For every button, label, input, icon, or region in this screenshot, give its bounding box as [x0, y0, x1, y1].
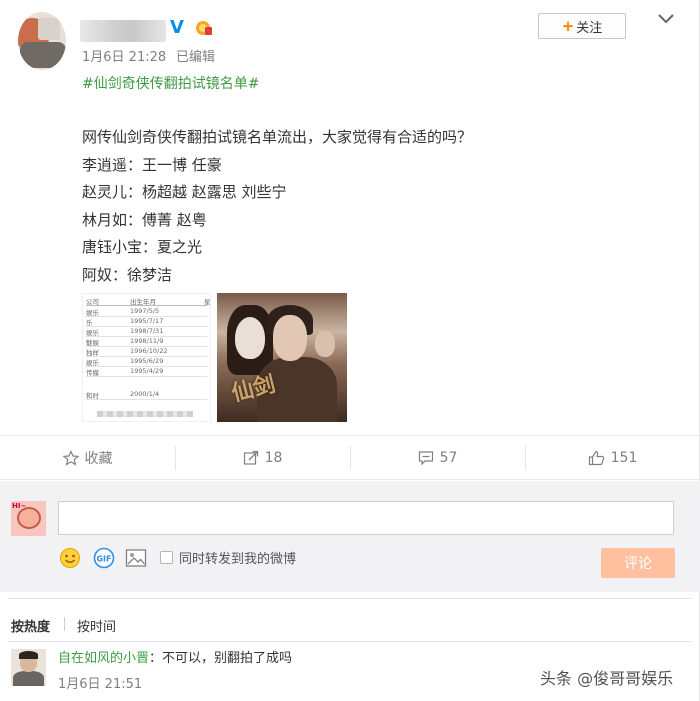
- favorite-label: 收藏: [84, 450, 113, 467]
- commenter-name-link[interactable]: 自在如风的小晋: [58, 651, 149, 666]
- author-name-redacted[interactable]: [80, 20, 166, 42]
- divider: [8, 598, 692, 599]
- table-row: 和时 2000/1/4: [86, 390, 207, 400]
- repost-button[interactable]: 18: [175, 436, 350, 479]
- sort-by-hot-tab[interactable]: 按热度: [11, 616, 50, 635]
- post-body: 网传仙剑奇侠传翻拍试镜名单流出，大家觉得有合适的吗？ 李逍遥：王一博 任豪 赵灵…: [82, 124, 472, 289]
- table-row: 魅娱 1998/11/9: [86, 337, 207, 347]
- source-watermark: 头条 @俊哥哥娱乐: [540, 669, 674, 688]
- comment-count: 57: [439, 449, 458, 466]
- topic-hashtag-link[interactable]: #仙剑奇侠传翻拍试镜名单#: [82, 73, 259, 93]
- table-row: 乐 1995/7/17: [86, 317, 207, 327]
- action-bar: 收藏 18 57 151: [0, 436, 700, 480]
- post-line: 林月如：傅菁 赵粤: [82, 210, 207, 229]
- post-image-casting-table[interactable]: 公司 出生年月 星 娱乐 1997/5/5 乐 1995/7/17 娱乐 1998/7…: [82, 293, 211, 422]
- post-line: 赵灵儿：杨超越 赵露思 刘些宁: [82, 183, 287, 201]
- weibo-post-card: V 1月6日 21:28 已编辑 + 关注 #仙剑奇侠传翻拍试镜名单# 网传仙剑…: [0, 0, 700, 701]
- comment-timestamp: 1月6日 21:51: [58, 677, 143, 692]
- repost-count: 18: [264, 449, 283, 466]
- thumbs-up-icon: [588, 450, 604, 465]
- repost-checkbox-label[interactable]: 同时转发到我的微博: [179, 548, 296, 567]
- comment-input[interactable]: [58, 501, 674, 535]
- gif-icon[interactable]: GIF: [93, 547, 115, 569]
- table-row: 娱乐 1997/5/5: [86, 307, 207, 317]
- post-line: 李逍遥：王一博 任豪: [82, 155, 222, 174]
- table-row: 独样 1996/10/22: [86, 347, 207, 357]
- submit-comment-button[interactable]: 评论: [601, 548, 675, 578]
- table-row: 传媒 1995/4/29: [86, 367, 207, 377]
- follow-button[interactable]: + 关注: [538, 13, 626, 39]
- table-row: 娱乐 1998/7/31: [86, 327, 207, 337]
- comment-composer: HI~ GIF 同时转发到我的微博 评论: [0, 481, 700, 592]
- chevron-down-icon[interactable]: [656, 12, 676, 26]
- sort-by-time-tab[interactable]: 按时间: [77, 616, 116, 635]
- post-image-drama-poster[interactable]: 仙剑: [217, 293, 347, 422]
- commenter-avatar[interactable]: [11, 649, 46, 686]
- table-header-row: 公司 出生年月 星: [86, 298, 211, 306]
- svg-text:GIF: GIF: [96, 555, 111, 564]
- post-line: 阿奴：徐梦洁: [82, 265, 173, 284]
- medal-icon: [196, 21, 212, 35]
- comment-button[interactable]: 57: [350, 436, 525, 479]
- emoji-icon[interactable]: [59, 547, 81, 569]
- verified-badge: V: [170, 17, 184, 38]
- edited-label[interactable]: 已编辑: [176, 46, 215, 65]
- star-icon: [62, 449, 79, 466]
- comment-icon: [418, 450, 433, 465]
- divider: [8, 641, 692, 642]
- favorite-button[interactable]: 收藏: [0, 436, 175, 479]
- table-row: 娱乐 1995/6/29: [86, 357, 207, 367]
- like-button[interactable]: 151: [525, 436, 700, 479]
- post-line: 唐钰小宝：夏之光: [82, 238, 203, 256]
- like-count: 151: [610, 449, 638, 466]
- post-line: 网传仙剑奇侠传翻拍试镜名单流出，大家觉得有合适的吗？: [82, 128, 473, 146]
- my-avatar[interactable]: HI~: [11, 501, 46, 536]
- sort-separator: [64, 617, 65, 631]
- repost-icon: [243, 450, 258, 465]
- picture-icon[interactable]: [125, 548, 147, 568]
- post-timestamp[interactable]: 1月6日 21:28: [82, 46, 166, 65]
- plus-icon: +: [561, 17, 575, 35]
- comment-item: 自在如风的小晋：不可以，别翻拍了成吗: [58, 651, 293, 666]
- author-avatar[interactable]: [18, 12, 66, 70]
- comment-text: 不可以，别翻拍了成吗: [162, 651, 293, 666]
- repost-checkbox[interactable]: [160, 551, 173, 564]
- follow-label: 关注: [576, 20, 603, 36]
- redacted-bar: [97, 411, 193, 417]
